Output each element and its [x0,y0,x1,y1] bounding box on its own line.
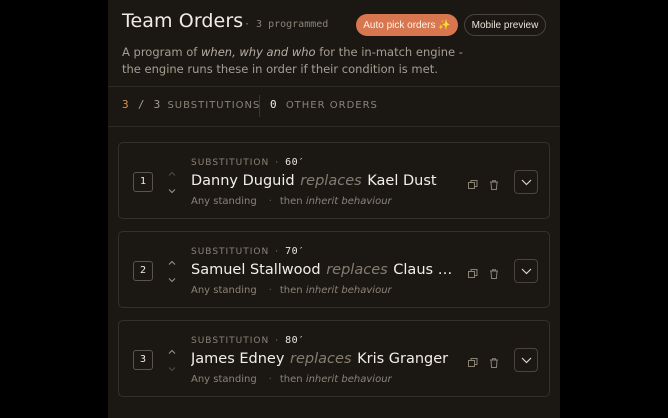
order-meta: Any standing · then inherit behaviour [191,196,392,207]
subs-total: 3 [153,98,162,111]
order-index: 3 [133,350,153,370]
chevron-down-icon [521,268,532,275]
order-minute: 80′ [285,335,305,346]
chevron-up-icon[interactable] [167,348,177,356]
player-in: Samuel Stallwood [191,262,321,278]
other-orders-stat: 0 OTHER ORDERS [270,98,378,111]
trash-icon[interactable] [488,354,500,368]
trash-icon[interactable] [488,176,500,190]
player-in: James Edney [191,351,285,367]
chevron-down-icon[interactable] [167,276,177,284]
order-kind-label: SUBSTITUTION [191,336,270,346]
trash-icon[interactable] [488,265,500,279]
subs-used: 3 [122,98,130,111]
then-text: then [279,285,303,296]
chevron-up-icon[interactable] [167,259,177,267]
player-out: Kris Granger [357,351,449,367]
substitution-players: James Edney replaces Kris Granger [191,351,459,367]
kind-separator: · [275,158,280,168]
chevron-down-icon[interactable] [167,365,177,373]
order-condition: Any standing [191,285,257,296]
order-behaviour: inherit behaviour [305,196,392,207]
divider [108,126,560,127]
order-kind-label: SUBSTITUTION [191,158,270,168]
mobile-preview-button[interactable]: Mobile preview [464,14,546,36]
order-meta: Any standing · then inherit behaviour [191,374,392,385]
order-kind: SUBSTITUTION · 70′ [191,246,305,257]
other-count: 0 [270,98,278,111]
team-orders-panel: Team Orders · 3 programmed Auto pick orde… [108,0,560,418]
replaces-text: replaces [300,173,362,189]
order-minute: 60′ [285,157,305,168]
meta-dot: · [268,374,272,385]
substitutions-stat: 3 / 3 SUBSTITUTIONS [122,98,260,111]
replaces-text: replaces [290,351,352,367]
order-meta: Any standing · then inherit behaviour [191,285,392,296]
page-title: Team Orders [122,10,244,32]
order-minute: 70′ [285,246,305,257]
order-index: 2 [133,261,153,281]
copy-icon[interactable] [467,176,479,189]
stats-separator [259,95,260,117]
order-stats: 3 / 3 SUBSTITUTIONS 0 OTHER ORDERS [108,87,560,125]
kind-separator: · [275,336,280,346]
expand-button[interactable] [514,170,538,194]
meta-dot: · [268,196,272,207]
order-index: 1 [133,172,153,192]
expand-button[interactable] [514,348,538,372]
chevron-down-icon[interactable] [167,187,177,195]
then-text: then [279,374,303,385]
other-label: OTHER ORDERS [285,100,378,111]
description-emphasis: when, why and who [201,45,316,59]
subs-label: SUBSTITUTIONS [167,100,261,111]
substitution-players: Danny Duguid replaces Kael Dust [191,173,459,189]
substitution-players: Samuel Stallwood replaces Claus Bail… [191,262,459,278]
order-kind-label: SUBSTITUTION [191,247,270,257]
order-card: 1 SUBSTITUTION · 60′ Danny Duguid replaces… [118,142,550,219]
auto-pick-orders-button[interactable]: Auto pick orders ✨ [356,14,458,36]
chevron-down-icon [521,179,532,186]
order-condition: Any standing [191,196,257,207]
player-in: Danny Duguid [191,173,295,189]
order-card: 2 SUBSTITUTION · 70′ Samuel Stallwood repl… [118,231,550,308]
kind-separator: · [275,247,280,257]
order-condition: Any standing [191,374,257,385]
expand-button[interactable] [514,259,538,283]
header: Team Orders · 3 programmed Auto pick orde… [108,0,560,86]
copy-icon[interactable] [467,265,479,278]
order-behaviour: inherit behaviour [305,285,392,296]
player-out: Claus Bail… [393,262,459,278]
chevron-down-icon [521,357,532,364]
description-prefix: A program of [122,45,202,59]
meta-dot: · [268,285,272,296]
description: A program of when, why and who for the i… [122,44,482,78]
order-behaviour: inherit behaviour [305,374,392,385]
order-card: 3 SUBSTITUTION · 80′ James Edney replaces … [118,320,550,397]
order-kind: SUBSTITUTION · 60′ [191,157,305,168]
copy-icon[interactable] [467,354,479,367]
count-separator: · [244,19,251,30]
then-text: then [279,196,303,207]
order-kind: SUBSTITUTION · 80′ [191,335,305,346]
subs-slash: / [137,98,146,111]
replaces-text: replaces [326,262,388,278]
player-out: Kael Dust [367,173,437,189]
count-text: 3 programmed [256,19,329,30]
chevron-up-icon[interactable] [167,170,177,178]
programmed-count: · 3 programmed [244,19,328,30]
